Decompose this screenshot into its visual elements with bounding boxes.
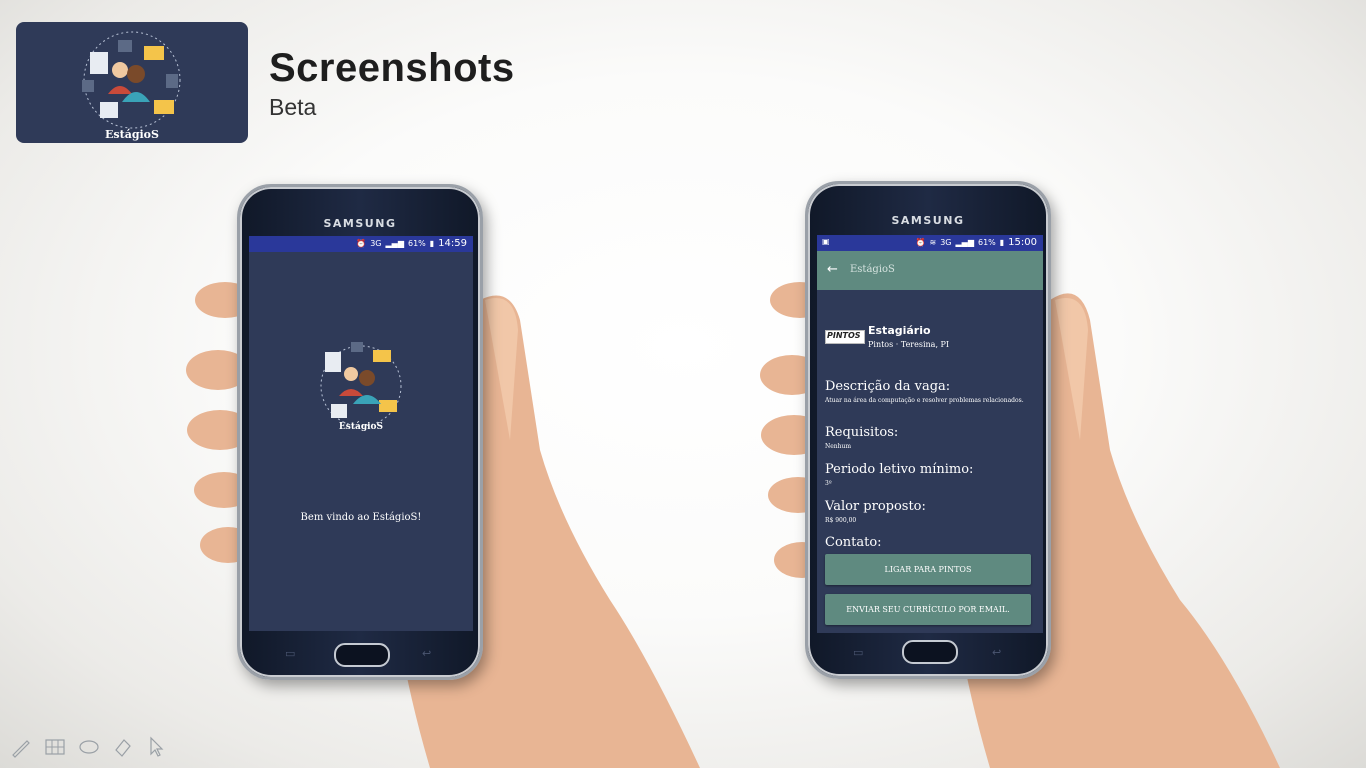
signal-icon: ▂▄▆ [955, 238, 974, 247]
alarm-icon: ⏰ [356, 239, 367, 248]
period-value: 3º [825, 480, 832, 487]
wifi-icon: ≋ [929, 238, 937, 247]
splash-caption: EstágioS [338, 422, 384, 432]
requirements-value: Nenhum [825, 443, 852, 450]
eraser-icon[interactable] [112, 736, 134, 758]
recent-apps-icon[interactable]: ▭ [853, 646, 863, 659]
job-title: Estagiário [868, 324, 931, 337]
phone-left: SAMSUNG ⏰ 3G ▂▄▆ 61% ▮ 14:59 EstágioS Be… [237, 184, 483, 680]
job-location: Pintos · Teresina, PI [868, 340, 950, 349]
description-value: Atuar na área da computação e resolver p… [825, 397, 1024, 404]
status-time: 15:00 [1008, 237, 1037, 248]
call-company-button[interactable]: LIGAR PARA PINTOS [825, 554, 1031, 585]
status-bar: ▣ ⏰ ≋ 3G ▂▄▆ 61% ▮ 15:00 [817, 235, 1043, 251]
app-logo-illustration [320, 342, 402, 427]
home-button[interactable] [334, 643, 390, 667]
network-type: 3G [370, 239, 382, 248]
salary-value: R$ 900,00 [825, 517, 857, 524]
home-button[interactable] [902, 640, 958, 664]
lasso-icon[interactable] [78, 736, 100, 758]
battery-icon: ▮ [999, 238, 1005, 247]
brand-label: SAMSUNG [323, 217, 397, 230]
signal-icon: ▂▄▆ [385, 239, 404, 248]
back-key-icon[interactable]: ↩ [992, 646, 1001, 659]
status-bar: ⏰ 3G ▂▄▆ 61% ▮ 14:59 [249, 236, 473, 252]
contact-label: Contato: [825, 535, 882, 550]
brand-label: SAMSUNG [891, 214, 965, 227]
battery-percent: 61% [407, 239, 426, 248]
period-label: Periodo letivo mínimo: [825, 462, 974, 477]
recent-apps-icon[interactable]: ▭ [285, 647, 295, 660]
back-key-icon[interactable]: ↩ [422, 647, 431, 660]
slideshow-toolbar [10, 736, 168, 758]
company-logo: PINTOS [825, 330, 865, 344]
toolbar-title: EstágioS [850, 264, 895, 275]
battery-percent: 61% [977, 238, 996, 247]
battery-icon: ▮ [429, 239, 435, 248]
network-type: 3G [940, 238, 952, 247]
welcome-text: Bem vindo ao EstágioS! [300, 512, 422, 523]
requirements-label: Requisitos: [825, 425, 899, 440]
job-detail-screen: ▣ ⏰ ≋ 3G ▂▄▆ 61% ▮ 15:00 ← EstágioS PINT… [817, 235, 1043, 633]
slide-grid-icon[interactable] [44, 736, 66, 758]
notification-icon: ▣ [822, 237, 830, 246]
send-resume-button[interactable]: ENVIAR SEU CURRÍCULO POR EMAIL. [825, 594, 1031, 625]
status-time: 14:59 [438, 238, 467, 249]
back-arrow-icon[interactable]: ← [827, 262, 838, 277]
pointer-icon[interactable] [146, 736, 168, 758]
description-label: Descrição da vaga: [825, 379, 951, 394]
splash-screen: ⏰ 3G ▂▄▆ 61% ▮ 14:59 EstágioS Bem vindo … [249, 236, 473, 631]
pen-icon[interactable] [10, 736, 32, 758]
phone-right: SAMSUNG ▣ ⏰ ≋ 3G ▂▄▆ 61% ▮ 15:00 ← Estág… [805, 181, 1051, 679]
alarm-icon: ⏰ [915, 238, 926, 247]
app-toolbar: ← EstágioS [817, 251, 1043, 290]
salary-label: Valor proposto: [825, 499, 926, 514]
